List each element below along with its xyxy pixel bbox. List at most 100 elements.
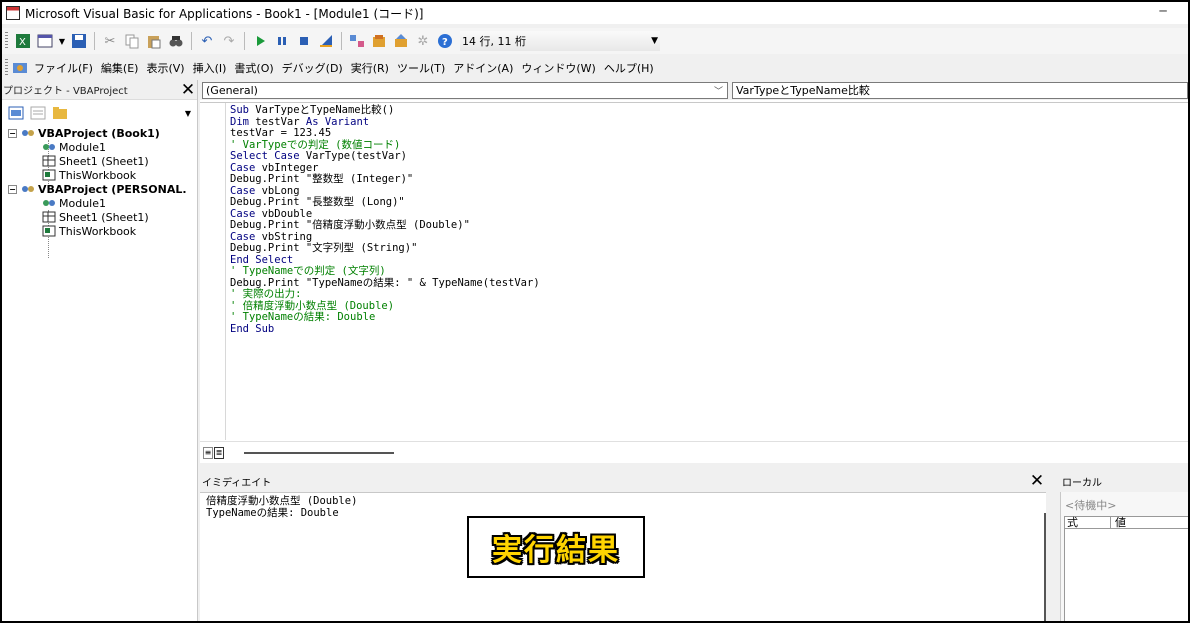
title-bar: Microsoft Visual Basic for Applications … xyxy=(2,2,1188,24)
locals-table-header: 式 値 xyxy=(1065,517,1188,529)
module-icon xyxy=(42,197,56,209)
properties-window-icon[interactable] xyxy=(370,32,388,50)
code-comment: ' TypeNameでの判定 (文字列) xyxy=(230,265,386,277)
undo-icon[interactable]: ↶ xyxy=(198,32,216,50)
code-keyword: Dim xyxy=(230,115,256,128)
vbaproject-icon xyxy=(21,127,35,139)
tree-node-label: ThisWorkbook xyxy=(59,224,137,238)
tree-node-vbaproject-book1[interactable]: − VBAProject (Book1) xyxy=(8,126,197,140)
tree-node-module1[interactable]: Module1 xyxy=(8,196,197,210)
vertical-scrollbar[interactable] xyxy=(1044,513,1046,621)
object-dropdown[interactable]: (General) ﹀ xyxy=(202,81,728,99)
object-browser-icon[interactable] xyxy=(392,32,410,50)
project-tree: − VBAProject (Book1) Module1 Sheet1 (She… xyxy=(2,126,197,258)
code-token: testVar xyxy=(255,115,306,128)
project-explorer-icon[interactable] xyxy=(348,32,366,50)
code-comment: ' TypeNameの結果: Double xyxy=(230,311,376,323)
horizontal-scrollbar[interactable] xyxy=(244,451,394,454)
minimize-button[interactable]: ─ xyxy=(1156,5,1170,18)
menu-debug[interactable]: デバッグ(D) xyxy=(278,60,347,76)
procedure-dropdown[interactable]: VarTypeとTypeName比較 xyxy=(732,81,1188,99)
tree-node-label: VBAProject (Book1) xyxy=(38,126,160,140)
menu-format[interactable]: 書式(O) xyxy=(230,60,277,76)
module-icon xyxy=(42,141,56,153)
code-line[interactable]: ' TypeNameの結果: Double xyxy=(230,311,540,324)
toggle-folders-icon[interactable] xyxy=(52,106,68,120)
immediate-line: TypeNameの結果: Double xyxy=(206,506,339,519)
locals-column-value[interactable]: 値 xyxy=(1111,517,1126,528)
menu-insert[interactable]: 挿入(I) xyxy=(189,60,231,76)
tree-node-module1[interactable]: Module1 xyxy=(8,140,197,154)
code-text[interactable]: Sub VarTypeとTypeName比較() Dim testVar As V… xyxy=(230,104,540,336)
tree-node-label: ThisWorkbook xyxy=(59,168,137,182)
procedure-view-icon[interactable]: ≡ xyxy=(203,446,213,459)
design-mode-icon[interactable] xyxy=(317,32,335,50)
code-token: testVar = 123.45 xyxy=(230,127,332,139)
toolbox-icon[interactable]: ✲ xyxy=(414,32,432,50)
find-icon[interactable] xyxy=(167,32,185,50)
chevron-down-icon[interactable]: ﹀ xyxy=(714,84,723,97)
project-explorer: プロジェクト - VBAProject ✕ ▼ − VBAProject (Bo… xyxy=(2,80,198,621)
tree-node-sheet1[interactable]: Sheet1 (Sheet1) xyxy=(8,210,197,224)
cut-icon[interactable]: ✂ xyxy=(101,32,119,50)
code-token: vbDouble xyxy=(261,207,313,220)
code-window: (General) ﹀ VarTypeとTypeName比較 Sub VarTy… xyxy=(200,80,1188,463)
code-keyword: As Variant xyxy=(305,115,370,128)
help-icon[interactable]: ? xyxy=(436,32,454,50)
toolbar-grip[interactable] xyxy=(5,32,8,50)
sheet-icon xyxy=(42,155,56,167)
menu-file[interactable]: ファイル(F) xyxy=(30,60,97,76)
break-icon[interactable] xyxy=(273,32,291,50)
menu-run[interactable]: 実行(R) xyxy=(347,60,393,76)
vbaproject-icon xyxy=(21,183,35,195)
tree-node-label: Module1 xyxy=(59,140,106,154)
excel-view-icon[interactable]: X xyxy=(14,32,32,50)
tree-node-thisworkbook[interactable]: ThisWorkbook xyxy=(8,224,197,238)
immediate-output[interactable]: 倍精度浮動小数点型 (Double) TypeNameの結果: Double xyxy=(206,495,357,519)
code-line[interactable]: End Sub xyxy=(230,323,540,336)
code-editor[interactable]: Sub VarTypeとTypeName比較() Dim testVar As V… xyxy=(200,102,1188,440)
tree-node-thisworkbook[interactable]: ThisWorkbook xyxy=(8,168,197,182)
menu-tools[interactable]: ツール(T) xyxy=(393,60,449,76)
code-margin[interactable] xyxy=(200,103,226,440)
menu-view[interactable]: 表示(V) xyxy=(142,60,188,76)
workbook-icon xyxy=(42,225,56,237)
project-explorer-title: プロジェクト - VBAProject xyxy=(3,86,128,97)
code-keyword: End Select xyxy=(230,253,294,266)
copy-icon[interactable] xyxy=(123,32,141,50)
vba-menu-icon[interactable] xyxy=(12,60,28,76)
dropdown-arrow-icon[interactable]: ▼ xyxy=(58,32,66,50)
full-module-view-icon[interactable]: ≣ xyxy=(214,446,224,459)
project-close-button[interactable]: ✕ xyxy=(179,81,197,99)
sheet-icon xyxy=(42,211,56,223)
insert-userform-icon[interactable] xyxy=(36,32,54,50)
code-token: vbLong xyxy=(261,184,300,197)
menu-addins[interactable]: アドイン(A) xyxy=(449,60,517,76)
paste-icon[interactable] xyxy=(145,32,163,50)
locals-table[interactable]: 式 値 xyxy=(1064,516,1188,621)
save-icon[interactable] xyxy=(70,32,88,50)
collapse-icon[interactable]: − xyxy=(8,128,17,138)
run-icon[interactable] xyxy=(251,32,269,50)
toolbar-separator xyxy=(341,32,342,50)
menubar-grip[interactable] xyxy=(5,59,8,77)
menu-window[interactable]: ウィンドウ(W) xyxy=(517,60,599,76)
redo-icon[interactable]: ↷ xyxy=(220,32,238,50)
tree-node-sheet1[interactable]: Sheet1 (Sheet1) xyxy=(8,154,197,168)
menu-help[interactable]: ヘルプ(H) xyxy=(600,60,658,76)
code-keyword: Case xyxy=(230,161,262,174)
view-code-icon[interactable] xyxy=(30,106,46,120)
collapse-icon[interactable]: − xyxy=(8,184,17,194)
reset-icon[interactable] xyxy=(295,32,313,50)
view-object-icon[interactable] xyxy=(8,106,24,120)
toolbar-options-icon[interactable]: ▼ xyxy=(651,36,658,46)
svg-text:X: X xyxy=(19,37,26,48)
tree-node-vbaproject-personal[interactable]: − VBAProject (PERSONAL. xyxy=(8,182,197,196)
locals-column-expression[interactable]: 式 xyxy=(1065,517,1111,528)
result-annotation-text: 実行結果 xyxy=(492,533,620,568)
menu-edit[interactable]: 編集(E) xyxy=(97,60,143,76)
project-explorer-toolbar: ▼ xyxy=(2,100,197,126)
immediate-close-button[interactable]: ✕ xyxy=(1028,472,1046,490)
code-token: Debug.Print "TypeNameの結果: " & TypeName(t… xyxy=(230,276,540,289)
project-toolbar-dropdown-icon[interactable]: ▼ xyxy=(185,109,191,118)
